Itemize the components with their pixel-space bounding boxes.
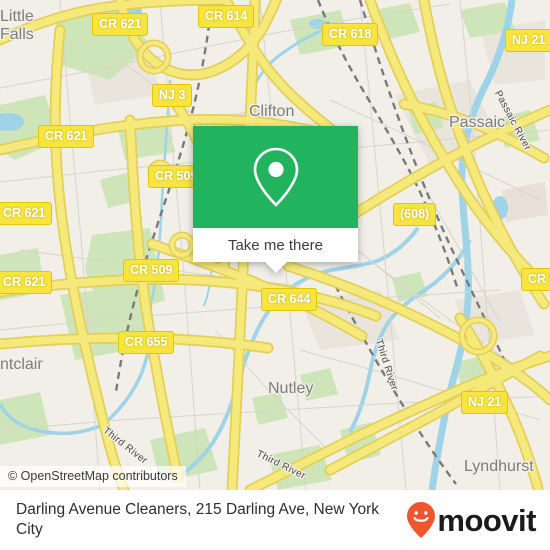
road-shield: CR 621	[0, 271, 53, 294]
road-shield: CR 509	[123, 259, 180, 282]
osm-attribution[interactable]: © OpenStreetMap contributors	[0, 466, 186, 487]
popup-header	[193, 126, 358, 228]
take-me-there-button[interactable]: Take me there	[228, 237, 323, 254]
moovit-map-screen: Little Falls Clifton Passaic ntclair Nut…	[0, 0, 550, 550]
address-label: Darling Avenue Cleaners, 215 Darling Ave…	[16, 501, 380, 538]
road-shield: NJ 3	[152, 84, 193, 107]
popup-footer[interactable]: Take me there	[193, 228, 358, 273]
road-shield: CR 50	[521, 268, 550, 291]
road-shield: (608)	[393, 203, 437, 226]
map-pin-icon	[253, 147, 298, 207]
road-shield: NJ 21	[505, 29, 550, 52]
road-shield: CR 655	[118, 331, 175, 354]
road-shield: NJ 21	[461, 391, 509, 414]
road-shield: CR 621	[38, 125, 95, 148]
popup-pointer-tail	[264, 262, 287, 273]
road-shield: CR 621	[0, 202, 53, 225]
bottom-info-bar: Darling Avenue Cleaners, 215 Darling Ave…	[0, 490, 550, 550]
road-shield: CR 614	[198, 5, 255, 28]
road-shield: CR 618	[322, 23, 379, 46]
road-shield: CR 644	[261, 288, 318, 311]
moovit-logo[interactable]: moovit	[406, 501, 550, 539]
moovit-wordmark: moovit	[437, 502, 536, 538]
moovit-smiley-pin-icon	[407, 502, 436, 538]
map-canvas[interactable]: Little Falls Clifton Passaic ntclair Nut…	[0, 0, 550, 490]
road-shield: CR 621	[92, 13, 149, 36]
location-popup-card[interactable]: Take me there	[193, 126, 358, 273]
